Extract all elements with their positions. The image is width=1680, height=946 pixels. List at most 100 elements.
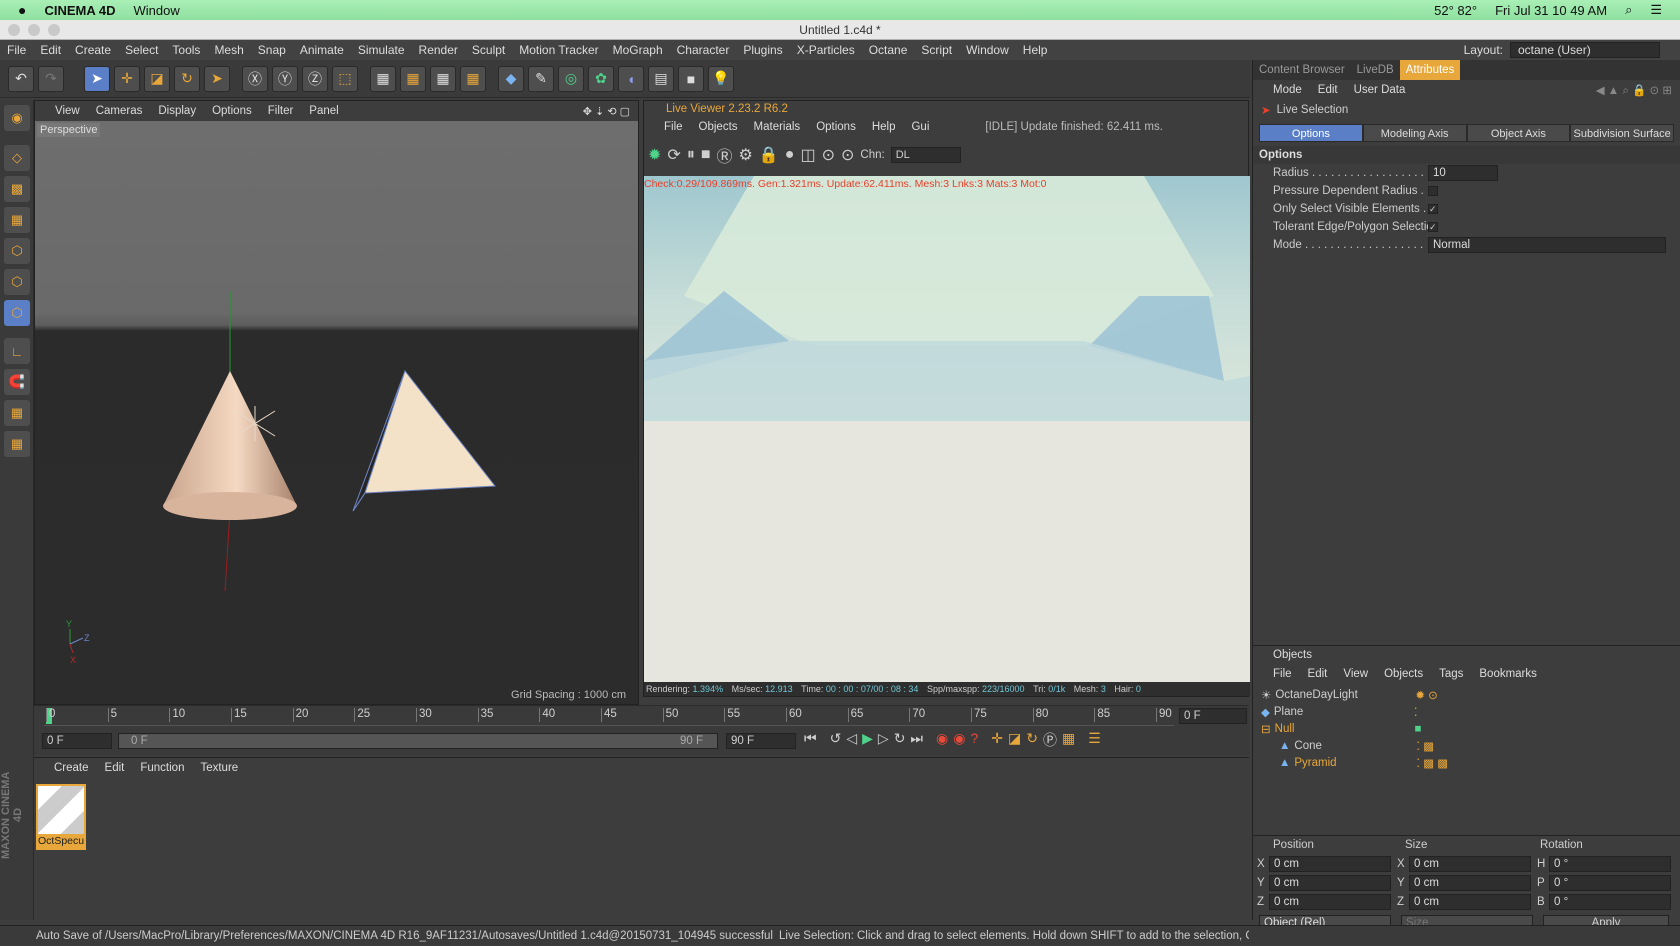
obj-menu-file[interactable]: File bbox=[1265, 668, 1300, 680]
settings-gear-icon[interactable]: ⚙ bbox=[739, 145, 753, 165]
obj-menu-bookmarks[interactable]: Bookmarks bbox=[1471, 668, 1545, 680]
prev-key-icon[interactable]: ↺ bbox=[830, 730, 842, 750]
focus-picker-icon[interactable]: ⊙ bbox=[822, 145, 835, 165]
deformer-icon[interactable]: ◖ bbox=[618, 65, 644, 92]
obj-menu-objects[interactable]: Objects bbox=[1376, 668, 1431, 680]
undo-icon[interactable]: ↶ bbox=[8, 65, 34, 92]
prev-frame-icon[interactable]: ◁ bbox=[846, 730, 857, 750]
menu-item[interactable]: Mesh bbox=[207, 43, 250, 57]
pause-icon[interactable]: ⏸ bbox=[687, 146, 695, 164]
render-picture-viewer-icon[interactable]: ▦ bbox=[400, 65, 426, 92]
stop-icon[interactable]: ■ bbox=[701, 146, 711, 164]
keyframe-selection-icon[interactable]: ? bbox=[970, 730, 978, 750]
obj-menu-edit[interactable]: Edit bbox=[1300, 668, 1336, 680]
mode-select[interactable]: Normal bbox=[1428, 237, 1666, 253]
menu-item[interactable]: File bbox=[0, 43, 33, 57]
coord-field[interactable]: 0 cm bbox=[1269, 855, 1391, 872]
move-icon[interactable]: ✛ bbox=[114, 65, 140, 92]
viewport-menu-panel[interactable]: Panel bbox=[301, 105, 346, 117]
model-mode-icon[interactable]: ◇ bbox=[4, 145, 30, 171]
next-key-icon[interactable]: ↻ bbox=[894, 730, 906, 750]
make-editable-icon[interactable]: ◉ bbox=[4, 105, 30, 131]
render-view-icon[interactable]: ▦ bbox=[370, 65, 396, 92]
subtab-modeling-axis[interactable]: Modeling Axis bbox=[1362, 124, 1467, 142]
tab-attributes[interactable]: Attributes bbox=[1399, 60, 1461, 80]
key-pla-icon[interactable]: ▦ bbox=[1062, 730, 1075, 750]
coord-field[interactable]: 0 cm bbox=[1269, 874, 1391, 891]
lock-icon[interactable]: 🔒 bbox=[759, 145, 779, 165]
subtab-options[interactable]: Options bbox=[1259, 124, 1363, 142]
mat-menu-texture[interactable]: Texture bbox=[192, 762, 246, 774]
timeline-menu-icon[interactable]: ☰ bbox=[1088, 730, 1101, 750]
key-rotation-icon[interactable]: ↻ bbox=[1026, 730, 1038, 750]
region-render-icon[interactable]: Ⓡ bbox=[717, 143, 733, 167]
axis-mode-icon[interactable]: ∟ bbox=[4, 338, 30, 364]
perspective-viewport[interactable]: View Cameras Display Options Filter Pane… bbox=[34, 100, 639, 705]
subdivision-surface-icon[interactable]: ◎ bbox=[558, 65, 584, 92]
tab-livedb[interactable]: LiveDB bbox=[1351, 60, 1400, 80]
tolerant-checkbox[interactable]: ✓ bbox=[1428, 222, 1438, 232]
menu-item[interactable]: Select bbox=[118, 43, 165, 57]
cube-icon[interactable]: ◆ bbox=[498, 65, 524, 92]
coord-field[interactable]: 0 cm bbox=[1269, 893, 1391, 910]
lv-menu-file[interactable]: File bbox=[656, 121, 691, 133]
record-icon[interactable]: ◉ bbox=[936, 730, 948, 750]
play-icon[interactable]: ▶ bbox=[862, 730, 873, 750]
key-scale-icon[interactable]: ◪ bbox=[1008, 730, 1021, 750]
z-axis-icon[interactable]: Ⓩ bbox=[302, 65, 328, 92]
search-icon[interactable]: ⌕ bbox=[1625, 2, 1632, 18]
rotate-icon[interactable]: ↻ bbox=[174, 65, 200, 92]
coord-field[interactable]: 0 cm bbox=[1409, 893, 1531, 910]
menu-item[interactable]: Octane bbox=[862, 43, 915, 57]
attr-menu-userdata[interactable]: User Data bbox=[1346, 84, 1414, 96]
layout-select[interactable]: octane (User) bbox=[1510, 42, 1660, 58]
radius-field[interactable]: 10 bbox=[1428, 165, 1498, 181]
window-controls[interactable] bbox=[8, 24, 60, 36]
pick-icon[interactable]: ⊙ bbox=[841, 145, 854, 165]
channel-select[interactable]: DL bbox=[890, 147, 961, 163]
viewport-canvas[interactable]: Perspective Y Z X Grid Spacing: 1000 cm bbox=[35, 121, 638, 704]
coord-field[interactable]: 0 ° bbox=[1549, 893, 1671, 910]
edges-mode-icon[interactable]: ⬡ bbox=[4, 269, 30, 295]
clay-mode-icon[interactable]: ◫ bbox=[800, 145, 815, 165]
workplane-icon[interactable]: ▦ bbox=[4, 207, 30, 233]
scale-icon[interactable]: ◪ bbox=[144, 65, 170, 92]
object-row-null[interactable]: ⊟ Null ■ bbox=[1261, 720, 1680, 737]
live-selection-icon[interactable]: ➤ bbox=[84, 65, 110, 92]
menu-item[interactable]: Help bbox=[1016, 43, 1055, 57]
send-scene-icon[interactable]: ✹ bbox=[648, 145, 661, 165]
workplane-lock-icon[interactable]: ▦ bbox=[4, 400, 30, 426]
app-menu[interactable]: CINEMA 4D bbox=[44, 3, 115, 18]
timeline-ruler[interactable]: 0 5 10 15 20 25 30 35 40 45 50 55 60 65 70 75 80 85 90 bbox=[44, 708, 1174, 726]
end-frame-field[interactable]: 90 F bbox=[726, 733, 796, 749]
coord-field[interactable]: 0 cm bbox=[1409, 855, 1531, 872]
subtab-object-axis[interactable]: Object Axis bbox=[1466, 124, 1571, 142]
lv-menu-objects[interactable]: Objects bbox=[691, 121, 746, 133]
mat-menu-edit[interactable]: Edit bbox=[97, 762, 133, 774]
range-slider[interactable]: 0 F 90 F bbox=[118, 733, 718, 749]
viewport-menu-display[interactable]: Display bbox=[150, 105, 204, 117]
spline-pen-icon[interactable]: ✎ bbox=[528, 65, 554, 92]
polygons-mode-icon[interactable]: ⬡ bbox=[4, 300, 30, 326]
menu-item[interactable]: Snap bbox=[251, 43, 293, 57]
menu-item[interactable]: Create bbox=[68, 43, 118, 57]
window-menu[interactable]: Window bbox=[134, 3, 180, 18]
menu-item[interactable]: Character bbox=[670, 43, 737, 57]
pressure-checkbox[interactable] bbox=[1428, 186, 1438, 196]
menu-item[interactable]: Render bbox=[412, 43, 465, 57]
menu-item[interactable]: Simulate bbox=[351, 43, 412, 57]
lv-menu-help[interactable]: Help bbox=[864, 121, 904, 133]
floor-icon[interactable]: ▤ bbox=[648, 65, 674, 92]
menu-item[interactable]: MoGraph bbox=[606, 43, 670, 57]
subtab-subdivision-surface[interactable]: Subdivision Surface bbox=[1570, 124, 1674, 142]
menu-item[interactable]: Animate bbox=[293, 43, 351, 57]
mat-menu-function[interactable]: Function bbox=[132, 762, 192, 774]
recent-tool-icon[interactable]: ➤ bbox=[204, 65, 230, 92]
coordinate-system-icon[interactable]: ⬚ bbox=[332, 65, 358, 92]
coord-field[interactable]: 0 ° bbox=[1549, 874, 1671, 891]
restart-icon[interactable]: ⟳ bbox=[667, 145, 680, 165]
viewport-menu-view[interactable]: View bbox=[47, 105, 88, 117]
attr-menu-mode[interactable]: Mode bbox=[1265, 84, 1310, 96]
key-position-icon[interactable]: ✛ bbox=[991, 730, 1003, 750]
redo-icon[interactable]: ↷ bbox=[38, 65, 64, 92]
